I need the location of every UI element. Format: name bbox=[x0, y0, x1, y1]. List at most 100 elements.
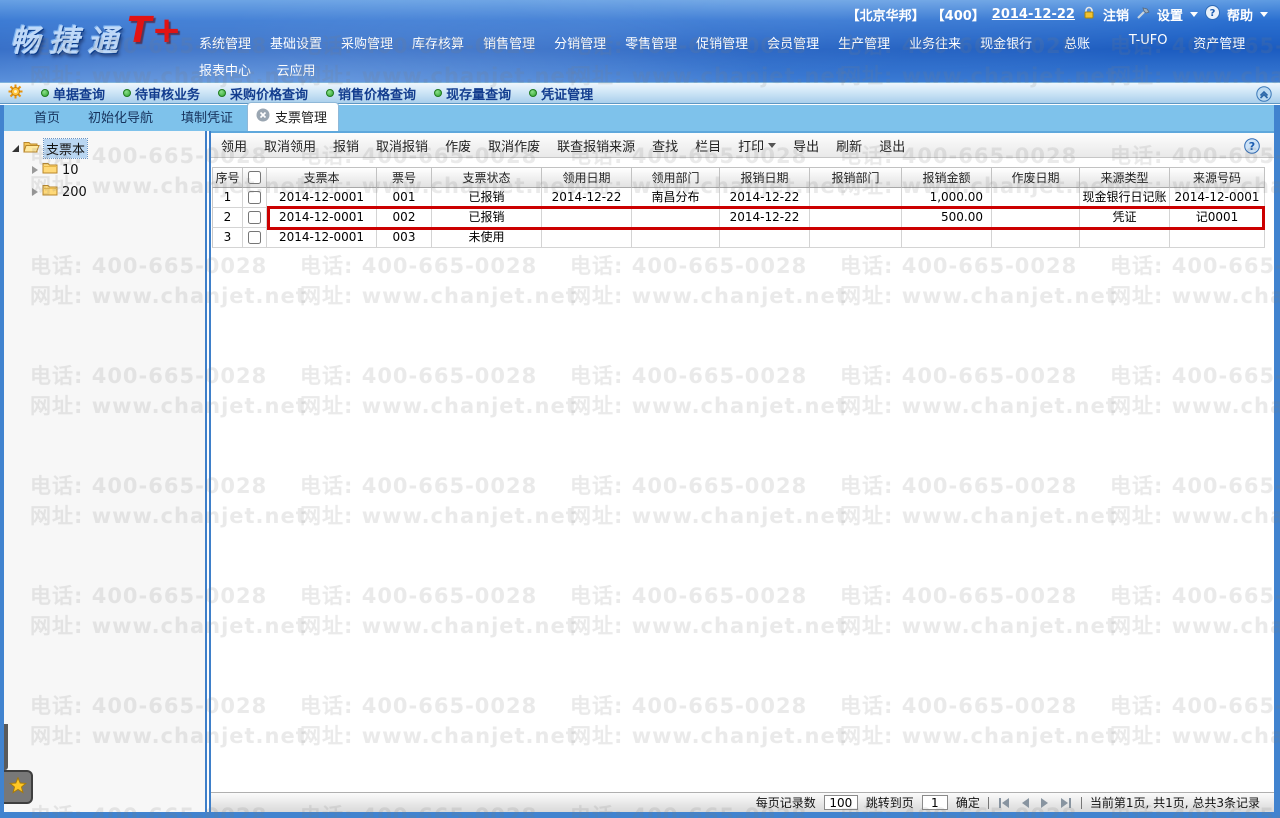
toolbar-help-icon[interactable]: ? bbox=[1244, 138, 1260, 158]
select-all-checkbox[interactable] bbox=[248, 171, 261, 184]
goto-page-input[interactable] bbox=[921, 795, 948, 810]
flap-box[interactable] bbox=[4, 770, 33, 804]
toolbar-button-栏目[interactable]: 栏目 bbox=[695, 136, 721, 155]
toolbar-button-报销[interactable]: 报销 bbox=[333, 136, 359, 155]
toolbar-button-领用[interactable]: 领用 bbox=[221, 136, 247, 155]
logout-button[interactable]: 注销 bbox=[1103, 5, 1129, 24]
tab-label: 初始化导航 bbox=[88, 111, 154, 126]
menu-item[interactable]: T-UFO bbox=[1122, 33, 1174, 52]
per-page-input[interactable] bbox=[823, 795, 858, 810]
current-date-link[interactable]: 2014-12-22 bbox=[992, 7, 1075, 22]
row-checkbox[interactable] bbox=[248, 231, 261, 244]
svg-text:?: ? bbox=[1249, 140, 1255, 153]
tab[interactable]: 首页 bbox=[20, 103, 74, 131]
app-window: 畅捷通 T+ 【北京华邦】 【400】 2014-12-22 注销 设置 ? 帮… bbox=[0, 0, 1280, 818]
menu-item[interactable]: 现金银行 bbox=[980, 33, 1032, 52]
table-row[interactable]: 2 2014-12-0001 002 已报销 2014-12-22 500.00 凭证 记00… bbox=[212, 206, 1265, 230]
tree-expanded-icon[interactable] bbox=[12, 144, 19, 152]
tree-root-label[interactable]: 支票本 bbox=[42, 137, 89, 159]
tab[interactable]: 初始化导航 bbox=[74, 103, 167, 131]
quickbar-item-label: 凭证管理 bbox=[541, 87, 594, 103]
menu-item[interactable]: 生产管理 bbox=[838, 33, 890, 52]
toolbar-button-打印[interactable]: 打印 bbox=[738, 136, 777, 155]
next-page-icon[interactable] bbox=[1039, 797, 1051, 809]
menu-item[interactable]: 资产管理 bbox=[1193, 33, 1245, 52]
menu-item[interactable]: 报表中心 bbox=[199, 60, 251, 79]
table-body: 1 2014-12-0001 001 已报销 2014-12-22 南昌分布 2014-12… bbox=[212, 188, 1265, 248]
table-cell: 3 bbox=[212, 228, 243, 248]
tree-item[interactable]: 10 bbox=[12, 159, 205, 181]
green-dot-icon bbox=[434, 89, 443, 97]
menu-item[interactable]: 云应用 bbox=[270, 60, 322, 79]
table-cell bbox=[810, 228, 902, 248]
confirm-button[interactable]: 确定 bbox=[956, 794, 980, 811]
tab[interactable]: 填制凭证 bbox=[167, 103, 247, 131]
toolbar-button-刷新[interactable]: 刷新 bbox=[836, 136, 862, 155]
tree-collapsed-icon[interactable] bbox=[32, 166, 38, 174]
goto-page-label: 跳转到页 bbox=[865, 796, 914, 810]
quickbar-item[interactable]: 凭证管理 bbox=[529, 84, 593, 103]
table-row[interactable]: 3 2014-12-0001 003 未使用 bbox=[212, 228, 1265, 248]
last-page-icon[interactable] bbox=[1059, 797, 1073, 809]
menu-item[interactable]: 总账 bbox=[1051, 33, 1103, 52]
table-header-row: 序号 支票本 票号 支票状态 领用日期 领用部门 报销日期 报销部门 报销金额 作废日期 来源类型来… bbox=[212, 167, 1265, 188]
quickbar-item[interactable]: 销售价格查询 bbox=[326, 84, 416, 103]
settings-button[interactable]: 设置 bbox=[1157, 5, 1183, 24]
toolbar-button-退出[interactable]: 退出 bbox=[879, 136, 905, 155]
table-cell bbox=[632, 208, 720, 228]
gear-icon[interactable] bbox=[8, 84, 23, 103]
help-caret-icon[interactable] bbox=[1260, 12, 1268, 17]
column-header: 领用部门 bbox=[632, 167, 720, 188]
tab-label: 填制凭证 bbox=[181, 111, 234, 126]
collapse-up-icon[interactable] bbox=[1256, 86, 1272, 106]
tree-item[interactable]: 200 bbox=[12, 181, 205, 203]
row-checkbox[interactable] bbox=[248, 211, 261, 224]
table-cell: 2014-12-0001 bbox=[267, 228, 377, 248]
menu-item[interactable]: 系统管理 bbox=[199, 33, 251, 52]
table-cell: 2014-12-22 bbox=[720, 208, 810, 228]
menu-item[interactable]: 零售管理 bbox=[625, 33, 677, 52]
close-icon[interactable] bbox=[256, 108, 270, 126]
toolbar-button-取消作废[interactable]: 取消作废 bbox=[488, 136, 540, 155]
checkbook-tree: 支票本 10 200 bbox=[4, 131, 205, 203]
table-row[interactable]: 1 2014-12-0001 001 已报销 2014-12-22 南昌分布 2014-12… bbox=[212, 188, 1265, 208]
menu-item[interactable]: 库存核算 bbox=[412, 33, 464, 52]
logo-text: 畅捷通 bbox=[10, 24, 127, 59]
quickbar-item[interactable]: 采购价格查询 bbox=[218, 84, 308, 103]
table-cell: 未使用 bbox=[432, 228, 542, 248]
window-frame-bottom bbox=[0, 812, 1280, 818]
table-cell: 2 bbox=[212, 208, 243, 228]
first-page-icon[interactable] bbox=[997, 797, 1011, 809]
favorites-flap[interactable] bbox=[4, 724, 34, 804]
top-banner: 畅捷通 T+ 【北京华邦】 【400】 2014-12-22 注销 设置 ? 帮… bbox=[0, 0, 1280, 82]
tree-root[interactable]: 支票本 bbox=[12, 137, 205, 159]
toolbar-button-取消报销[interactable]: 取消报销 bbox=[376, 136, 428, 155]
toolbar-button-取消领用[interactable]: 取消领用 bbox=[264, 136, 316, 155]
quickbar-item[interactable]: 待审核业务 bbox=[123, 84, 200, 103]
toolbar-button-导出[interactable]: 导出 bbox=[793, 136, 819, 155]
toolbar-button-联查报销来源[interactable]: 联查报销来源 bbox=[557, 136, 635, 155]
row-checkbox[interactable] bbox=[248, 191, 261, 204]
table-cell bbox=[902, 228, 992, 248]
menu-item[interactable]: 分销管理 bbox=[554, 33, 606, 52]
tab-active[interactable]: 支票管理 bbox=[247, 102, 340, 131]
prev-page-icon[interactable] bbox=[1019, 797, 1031, 809]
menu-item[interactable]: 基础设置 bbox=[270, 33, 322, 52]
tree-collapsed-icon[interactable] bbox=[32, 188, 38, 196]
menu-item[interactable]: 会员管理 bbox=[767, 33, 819, 52]
toolbar-button-查找[interactable]: 查找 bbox=[652, 136, 678, 155]
tree-item-label[interactable]: 200 bbox=[62, 185, 87, 200]
menu-item[interactable]: 采购管理 bbox=[341, 33, 393, 52]
table-cell: 南昌分布 bbox=[632, 188, 720, 208]
toolbar-button-作废[interactable]: 作废 bbox=[445, 136, 471, 155]
help-button[interactable]: 帮助 bbox=[1227, 5, 1253, 24]
tree-item-label[interactable]: 10 bbox=[62, 163, 79, 178]
quickbar-item[interactable]: 现存量查询 bbox=[434, 84, 511, 103]
menu-item[interactable]: 销售管理 bbox=[483, 33, 535, 52]
settings-caret-icon[interactable] bbox=[1189, 12, 1198, 17]
quickbar-item-label: 单据查询 bbox=[53, 87, 106, 103]
tab-label: 支票管理 bbox=[275, 111, 328, 126]
menu-item[interactable]: 促销管理 bbox=[696, 33, 748, 52]
quickbar-item[interactable]: 单据查询 bbox=[41, 84, 105, 103]
menu-item[interactable]: 业务往来 bbox=[909, 33, 961, 52]
